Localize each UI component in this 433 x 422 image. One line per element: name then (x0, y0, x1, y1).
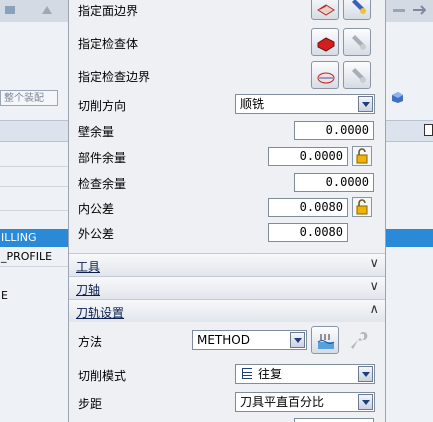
lock-icon (356, 148, 368, 164)
edit-method-button[interactable] (311, 326, 339, 354)
flashlight-icon (352, 0, 366, 14)
path-settings-section-header[interactable]: 刀轨设置 ∧ (69, 299, 385, 322)
inner-tolerance-label: 内公差 (78, 202, 115, 216)
cut-pattern-value: 往复 (258, 367, 283, 381)
part-stock-label: 部件余量 (78, 151, 127, 165)
tolerance-lock-button[interactable] (352, 197, 372, 217)
tool-section-header[interactable]: 工具 ∨ (69, 253, 385, 276)
display-check-boundary-button[interactable] (343, 61, 371, 89)
display-part-boundary-button[interactable] (343, 0, 371, 20)
chevron-down-icon[interactable] (358, 394, 373, 410)
chevron-down-icon[interactable] (358, 366, 373, 382)
chevron-down-icon[interactable] (290, 332, 305, 348)
cut-direction-label: 切削方向 (78, 99, 127, 113)
chevron-down-icon: ∨ (369, 279, 379, 294)
axis-section-header[interactable]: 刀轴 ∨ (69, 276, 385, 299)
axis-section-title: 刀轴 (76, 283, 101, 297)
zigzag-icon (242, 368, 252, 379)
check-body-icon (317, 37, 335, 52)
toolbar-icon[interactable] (4, 4, 18, 16)
divider (0, 186, 68, 187)
chevron-up-icon: ∧ (369, 302, 379, 317)
stepover-row: 步距 刀具平直百分比 (69, 390, 385, 416)
method-value: METHOD (197, 333, 250, 347)
method-icon (317, 334, 335, 349)
stepover-label: 步距 (78, 397, 103, 411)
tool-section-title: 工具 (76, 260, 101, 274)
method-row: 方法 METHOD (69, 326, 385, 355)
background-checkbox-icon[interactable] (424, 124, 433, 136)
toolbar-icon[interactable] (392, 4, 406, 16)
check-boundary-icon (317, 72, 335, 84)
select-check-body-button[interactable] (311, 28, 339, 56)
stepover-select[interactable]: 刀具平直百分比 (235, 392, 375, 412)
check-stock-row: 检查余量 0.0000 (69, 170, 385, 196)
display-check-body-button[interactable] (343, 28, 371, 56)
tree-row-selected[interactable]: ILLING (0, 229, 69, 247)
select-part-boundary-button[interactable] (311, 0, 339, 20)
check-stock-label: 检查余量 (78, 177, 127, 191)
divider (0, 166, 68, 167)
cut-pattern-select[interactable]: 往复 (235, 364, 375, 384)
toolbar-icon[interactable] (40, 4, 54, 16)
flashlight-icon (352, 68, 366, 83)
wall-stock-row: 壁余量 0.0000 (69, 118, 385, 144)
check-body-label: 指定检查体 (78, 37, 139, 51)
path-settings-section-title: 刀轨设置 (76, 306, 125, 320)
check-boundary-row: 指定检查边界 (69, 61, 385, 89)
part-stock-row: 部件余量 0.0000 (69, 144, 385, 170)
part-boundary-row: 指定面边界 (69, 0, 385, 26)
check-body-row: 指定检查体 (69, 28, 385, 56)
cut-direction-row: 切削方向 顺铣 (69, 92, 385, 118)
method-label: 方法 (78, 335, 103, 349)
inner-tolerance-row: 内公差 0.0080 (69, 195, 385, 221)
chevron-down-icon: ∨ (369, 256, 379, 271)
background-left-panel (0, 22, 68, 422)
stepover-value: 刀具平直百分比 (240, 395, 325, 409)
cut-pattern-label: 切削模式 (78, 369, 127, 383)
part-boundary-label: 指定面边界 (78, 4, 139, 18)
next-field-edge (294, 418, 374, 422)
toolbar-icon[interactable] (412, 4, 427, 16)
flashlight-icon (352, 35, 366, 50)
part-stock-input[interactable]: 0.0000 (268, 147, 348, 166)
outer-tolerance-input[interactable]: 0.0080 (268, 223, 348, 242)
divider (0, 210, 68, 211)
cut-direction-value: 顺铣 (240, 97, 265, 111)
assembly-filter-combo[interactable]: 整个装配 (0, 90, 58, 106)
tree-row[interactable]: _PROFILE (0, 250, 69, 263)
tree-row-selected-right[interactable] (386, 229, 433, 247)
select-check-boundary-button[interactable] (311, 61, 339, 89)
wrench-icon[interactable] (346, 328, 370, 355)
inner-tolerance-input[interactable]: 0.0080 (268, 198, 348, 217)
divider (0, 266, 68, 267)
operation-dialog: 指定面边界 指定检查体 指定检查边界 切削方向 顺铣 壁余量 0.0000 部件… (68, 0, 386, 422)
boundary-icon (317, 4, 335, 16)
outer-tolerance-label: 外公差 (78, 227, 115, 241)
wall-stock-label: 壁余量 (78, 125, 115, 139)
outer-tolerance-row: 外公差 0.0080 (69, 220, 385, 246)
chevron-down-icon[interactable] (358, 96, 373, 112)
check-boundary-label: 指定检查边界 (78, 70, 151, 84)
cut-direction-select[interactable]: 顺铣 (235, 94, 375, 114)
cut-pattern-row: 切削模式 往复 (69, 362, 385, 388)
lock-icon (356, 199, 368, 215)
method-select[interactable]: METHOD (192, 330, 307, 350)
part-stock-lock-button[interactable] (352, 146, 372, 166)
background-right-panel (386, 22, 433, 422)
check-stock-input[interactable]: 0.0000 (294, 173, 374, 192)
tree-row[interactable]: E (0, 289, 69, 302)
background-right-icon[interactable] (390, 90, 404, 107)
wall-stock-input[interactable]: 0.0000 (294, 121, 374, 140)
